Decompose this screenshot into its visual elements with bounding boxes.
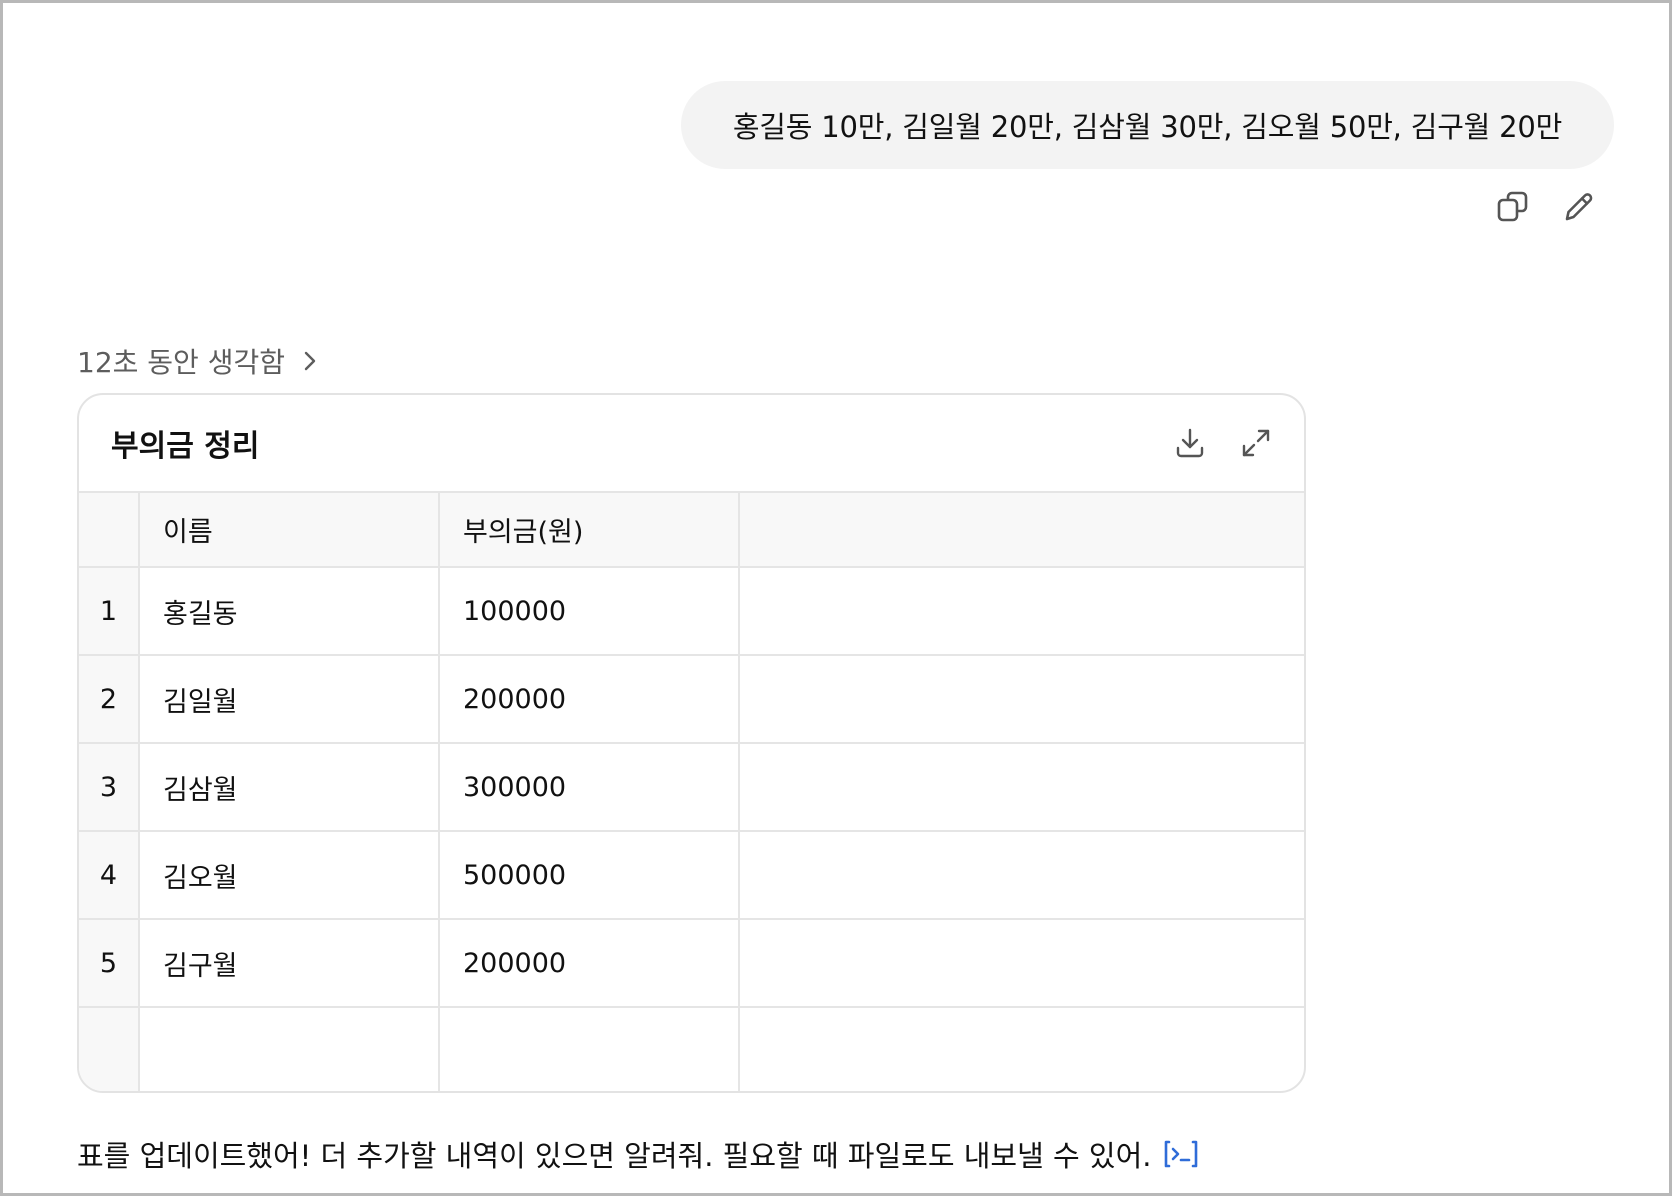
cell-name[interactable] xyxy=(139,1007,440,1091)
chevron-right-icon xyxy=(304,351,316,371)
cell-empty[interactable] xyxy=(739,831,1304,920)
table-tools xyxy=(1172,425,1274,461)
cell-amount[interactable]: 500000 xyxy=(439,831,740,920)
table-row: 5 김구월 200000 xyxy=(79,919,1304,1008)
row-index: 4 xyxy=(79,831,140,920)
pencil-icon xyxy=(1565,193,1593,221)
expand-button[interactable] xyxy=(1238,425,1274,461)
row-index: 2 xyxy=(79,655,140,744)
copy-button[interactable] xyxy=(1495,189,1531,225)
row-index: 1 xyxy=(79,567,140,656)
row-index: 3 xyxy=(79,743,140,832)
cell-name[interactable]: 김일월 xyxy=(139,655,440,744)
row-index xyxy=(79,1007,140,1091)
cell-name[interactable]: 홍길동 xyxy=(139,567,440,656)
edit-button[interactable] xyxy=(1561,189,1597,225)
table-row: 4 김오월 500000 xyxy=(79,831,1304,920)
expand-icon xyxy=(1242,429,1270,457)
table-card: 부의금 정리 이름 부의금(원) 1 홍길동 100000 2 김일월 2000… xyxy=(77,393,1306,1093)
code-icon[interactable] xyxy=(1161,1138,1201,1170)
column-header-name[interactable]: 이름 xyxy=(139,493,440,568)
user-message-text: 홍길동 10만, 김일월 20만, 김삼월 30만, 김오월 50만, 김구월 … xyxy=(732,110,1563,144)
thinking-label: 12초 동안 생각함 xyxy=(77,346,285,379)
copy-icon xyxy=(1497,191,1528,222)
table-title: 부의금 정리 xyxy=(111,429,260,464)
cell-empty[interactable] xyxy=(739,743,1304,832)
cell-amount[interactable]: 200000 xyxy=(439,655,740,744)
data-table: 이름 부의금(원) 1 홍길동 100000 2 김일월 200000 3 김삼… xyxy=(79,493,1304,1091)
download-icon xyxy=(1176,428,1204,458)
table-card-header: 부의금 정리 xyxy=(79,395,1304,493)
table-row-empty xyxy=(79,1007,1304,1091)
cell-amount[interactable] xyxy=(439,1007,740,1091)
row-index: 5 xyxy=(79,919,140,1008)
table-row: 2 김일월 200000 xyxy=(79,655,1304,744)
message-actions xyxy=(1495,189,1597,225)
cell-amount[interactable]: 200000 xyxy=(439,919,740,1008)
cell-empty[interactable] xyxy=(739,567,1304,656)
row-index-header xyxy=(79,493,140,568)
assistant-reply: 표를 업데이트했어! 더 추가할 내역이 있으면 알려줘. 필요할 때 파일로도… xyxy=(77,1133,1201,1175)
cell-name[interactable]: 김오월 xyxy=(139,831,440,920)
user-message-bubble: 홍길동 10만, 김일월 20만, 김삼월 30만, 김오월 50만, 김구월 … xyxy=(681,81,1614,169)
assistant-reply-text: 표를 업데이트했어! 더 추가할 내역이 있으면 알려줘. 필요할 때 파일로도… xyxy=(77,1139,1152,1173)
cell-amount[interactable]: 300000 xyxy=(439,743,740,832)
table-row: 3 김삼월 300000 xyxy=(79,743,1304,832)
cell-amount[interactable]: 100000 xyxy=(439,567,740,656)
thinking-toggle[interactable]: 12초 동안 생각함 xyxy=(77,341,321,381)
column-header-empty[interactable] xyxy=(739,493,1304,568)
download-button[interactable] xyxy=(1172,425,1208,461)
cell-name[interactable]: 김구월 xyxy=(139,919,440,1008)
chat-window: 홍길동 10만, 김일월 20만, 김삼월 30만, 김오월 50만, 김구월 … xyxy=(0,0,1672,1196)
table-row: 1 홍길동 100000 xyxy=(79,567,1304,656)
column-header-amount[interactable]: 부의금(원) xyxy=(439,493,740,568)
cell-empty[interactable] xyxy=(739,919,1304,1008)
cell-empty[interactable] xyxy=(739,1007,1304,1091)
cell-name[interactable]: 김삼월 xyxy=(139,743,440,832)
cell-empty[interactable] xyxy=(739,655,1304,744)
table-header-row: 이름 부의금(원) xyxy=(79,493,1304,568)
